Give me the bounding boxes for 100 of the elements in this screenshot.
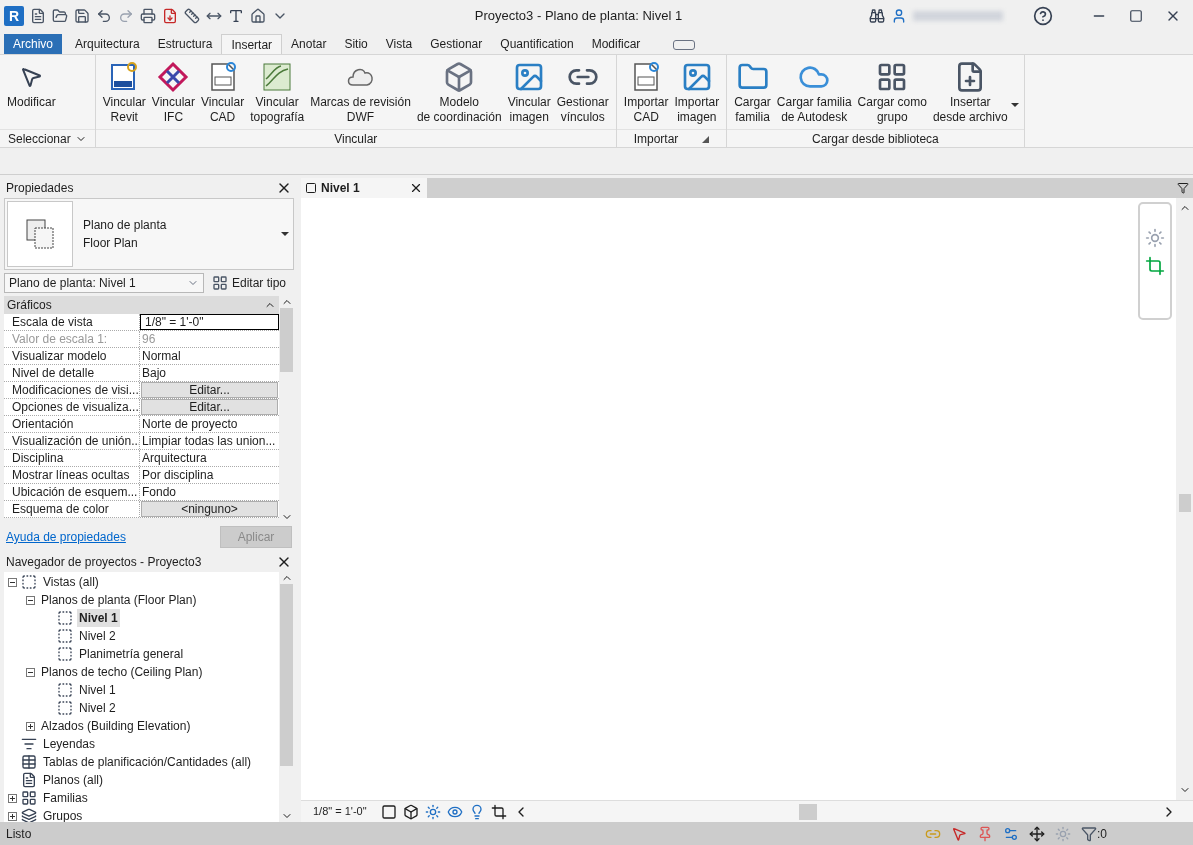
undo-icon[interactable] (96, 8, 112, 24)
group-header: Gráficos (7, 296, 52, 314)
collapse-toggle-icon[interactable] (8, 577, 17, 587)
tree-item[interactable]: Nivel 2 (77, 699, 118, 717)
ribbon-button[interactable]: Gestionar vínculos (553, 59, 612, 129)
tree-item[interactable]: Vistas (all) (41, 573, 101, 591)
floor-plan-icon (57, 700, 73, 716)
tree-item[interactable]: Planimetría general (77, 645, 186, 663)
tree-item[interactable]: Grupos (41, 807, 85, 822)
home-icon[interactable] (250, 8, 266, 24)
ribbon-tab[interactable]: Insertar (221, 34, 283, 54)
collapse-toggle-icon[interactable] (26, 595, 35, 605)
dialog-launcher-icon[interactable] (702, 135, 710, 143)
ribbon-tab[interactable]: Anotar (282, 34, 336, 54)
print-icon[interactable] (140, 8, 156, 24)
property-value[interactable]: Limpiar todas las union... (140, 432, 279, 449)
ribbon-button[interactable]: Modelo de coordinación (413, 59, 505, 129)
tree-item[interactable]: Familias (41, 789, 90, 807)
ruler-icon[interactable] (184, 8, 200, 24)
tree-item[interactable]: Planos de planta (Floor Plan) (39, 591, 199, 609)
ribbon-tab[interactable]: Estructura (148, 34, 222, 54)
ribbon-tab[interactable]: Sitio (335, 34, 377, 54)
tree-item[interactable]: Nivel 1 (77, 609, 120, 627)
property-value[interactable]: Normal (140, 347, 279, 364)
ribbon-button[interactable]: Cargar familia (731, 59, 774, 129)
ribbon-button[interactable]: Modificar (4, 59, 59, 129)
ribbon-options-icon[interactable] (673, 40, 696, 50)
user-icon[interactable] (891, 8, 907, 24)
scroll-thumb[interactable] (280, 307, 293, 372)
expand-toggle-icon[interactable] (8, 793, 17, 803)
visual-style-icon[interactable] (402, 803, 419, 820)
maximize-icon[interactable] (1129, 9, 1143, 23)
property-label: Opciones de visualiza... (4, 398, 140, 415)
binoculars-icon[interactable] (869, 8, 885, 24)
property-label: Ubicación de esquem... (4, 483, 140, 500)
select-underlay-icon[interactable] (951, 825, 967, 842)
ribbon-tab[interactable]: Quantification (491, 34, 583, 54)
scroll-thumb[interactable] (280, 584, 293, 766)
type-selector[interactable]: Plano de planta Floor Plan (4, 197, 294, 270)
ribbon-button[interactable]: Cargar familia de Autodesk (773, 59, 855, 129)
property-value[interactable]: Arquitectura (140, 449, 279, 466)
scroll-thumb[interactable] (1178, 494, 1191, 512)
tree-item[interactable]: Planos (all) (41, 771, 106, 789)
document-icon[interactable] (30, 8, 46, 24)
close-icon[interactable] (409, 181, 423, 195)
scrollbar[interactable] (279, 572, 294, 822)
property-field[interactable]: 1/8" = 1'-0" (140, 313, 279, 330)
ribbon-button[interactable]: Vincular topografía (247, 59, 308, 129)
pdf-icon[interactable] (162, 8, 178, 24)
ribbon-button[interactable]: Vincular imagen (504, 59, 554, 129)
collapse-toggle-icon[interactable] (26, 667, 35, 677)
open-icon[interactable] (52, 8, 68, 24)
help-icon[interactable] (1033, 6, 1053, 26)
tree-item[interactable]: Planos de techo (Ceiling Plan) (39, 663, 205, 681)
dropdown-icon[interactable] (1010, 103, 1019, 107)
ribbon-button[interactable]: Vincular Revit (99, 59, 149, 129)
ribbon-tab[interactable]: Gestionar (421, 34, 492, 54)
ribbon-tab[interactable]: Arquitectura (66, 34, 149, 54)
view-selector[interactable]: Plano de planta: Nivel 1 (4, 272, 204, 293)
crop-icon[interactable] (490, 803, 507, 820)
property-label: Mostrar líneas ocultas (4, 466, 140, 483)
tree-item[interactable]: Nivel 2 (77, 627, 118, 645)
edit-type-button[interactable]: Editar tipo (212, 273, 287, 292)
expand-toggle-icon[interactable] (8, 811, 17, 821)
file-tab[interactable]: Archivo (4, 34, 62, 54)
filter-icon (1081, 825, 1097, 842)
ribbon-button[interactable]: Vincular IFC (148, 59, 198, 129)
tree-item[interactable]: Tablas de planificación/Cantidades (all) (41, 753, 254, 771)
tree-item[interactable]: Leyendas (41, 735, 98, 753)
property-value[interactable]: Por disciplina (140, 466, 279, 483)
expand-toggle-icon[interactable] (26, 721, 35, 731)
ribbon-button[interactable]: Importar imagen (671, 59, 723, 129)
filter-count[interactable]: :0 (1081, 824, 1107, 843)
ribbon-button[interactable]: Cargar como grupo (854, 59, 930, 129)
save-icon[interactable] (74, 8, 90, 24)
property-value[interactable]: Fondo (140, 483, 279, 500)
app-logo[interactable]: R (4, 6, 24, 26)
tree-item[interactable]: Nivel 1 (77, 681, 118, 699)
ribbon-button[interactable]: Vincular CAD (198, 59, 248, 129)
scroll-thumb[interactable] (798, 803, 817, 820)
property-value[interactable]: Bajo (140, 364, 279, 381)
view-tab[interactable]: Nivel 1 (301, 178, 427, 198)
sun-path-icon[interactable] (424, 803, 441, 820)
floor-plan-icon (57, 682, 73, 698)
ifc-logo-icon (157, 61, 190, 93)
ribbon-button[interactable]: Marcas de revisión DWF (307, 59, 414, 129)
ribbon-tab[interactable]: Modificar (582, 34, 650, 54)
help-link[interactable]: Ayuda de propiedades (6, 528, 126, 546)
view-scale[interactable]: 1/8" = 1'-0" (313, 803, 367, 820)
detail-level-icon[interactable] (380, 803, 397, 820)
text-icon[interactable] (228, 8, 244, 24)
tree-item[interactable]: Alzados (Building Elevation) (39, 717, 193, 735)
panel-title[interactable]: Seleccionar (8, 130, 87, 148)
dropdown-icon[interactable] (281, 231, 289, 236)
ribbon-button[interactable]: Importar CAD (620, 59, 672, 129)
drag-icon[interactable] (1029, 825, 1045, 842)
ribbon-button[interactable]: Insertar desde archivo (929, 59, 1020, 129)
property-value[interactable]: Norte de proyecto (140, 415, 279, 432)
property-label: Modificaciones de visi... (4, 381, 140, 398)
ribbon-tab[interactable]: Vista (376, 34, 422, 54)
